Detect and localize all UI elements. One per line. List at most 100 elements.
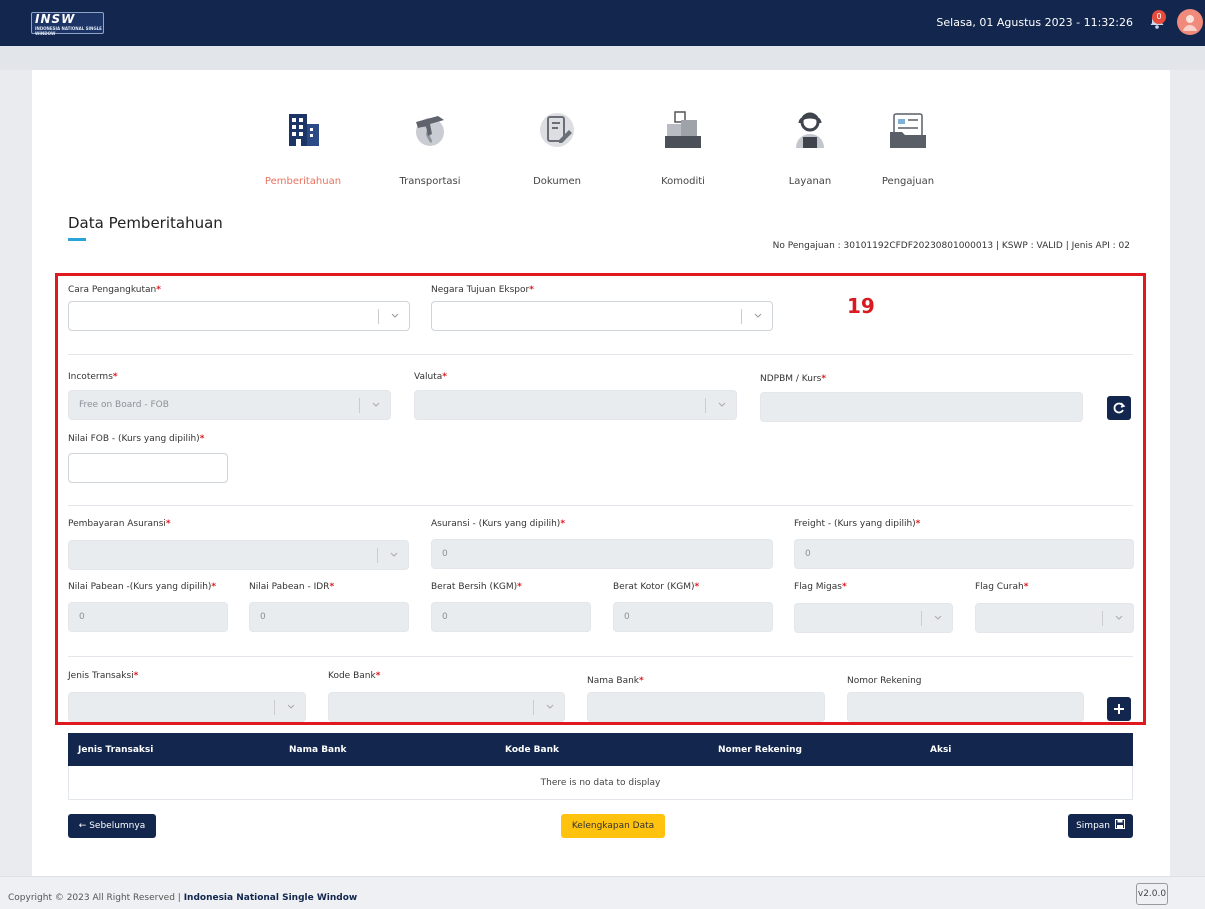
- arrow-left-icon: ←: [78, 821, 90, 831]
- chevron-down-icon: [718, 402, 726, 407]
- label-jenis-transaksi: Jenis Transaksi*: [68, 671, 139, 681]
- previous-button[interactable]: ← Sebelumnya: [68, 814, 156, 838]
- label-flag-curah: Flag Curah*: [975, 582, 1029, 592]
- flag-curah-select[interactable]: [975, 603, 1134, 633]
- nilai-pabean-kurs-input[interactable]: 0: [68, 602, 228, 632]
- chevron-down-icon: [391, 313, 399, 318]
- column-header: Nama Bank: [289, 745, 347, 755]
- empty-table-message: There is no data to display: [540, 778, 661, 788]
- boxes-icon: [665, 111, 701, 148]
- berat-bersih-input[interactable]: 0: [431, 602, 591, 632]
- flag-migas-select[interactable]: [794, 603, 953, 633]
- asuransi-input[interactable]: 0: [431, 539, 773, 569]
- negara-tujuan-select[interactable]: [431, 301, 773, 331]
- label-flag-migas: Flag Migas*: [794, 582, 847, 592]
- column-header: Kode Bank: [505, 745, 560, 755]
- page-footer: Copyright © 2023 All Right Reserved | In…: [0, 876, 1205, 909]
- label-nilai-fob: Nilai FOB - (Kurs yang dipilih)*: [68, 434, 205, 444]
- label-berat-bersih: Berat Bersih (KGM)*: [431, 582, 522, 592]
- step-pemberitahuan[interactable]: Pemberitahuan: [263, 110, 343, 187]
- nama-bank-input[interactable]: [587, 692, 825, 722]
- plus-icon: [1114, 704, 1124, 714]
- current-datetime: Selasa, 01 Agustus 2023 - 11:32:26: [936, 16, 1133, 29]
- save-button[interactable]: Simpan: [1068, 814, 1133, 838]
- step-label: Pemberitahuan: [264, 176, 342, 187]
- nilai-fob-input[interactable]: [68, 453, 228, 483]
- annotation-highlight-box: [55, 273, 1146, 725]
- ndpbm-input[interactable]: [760, 392, 1083, 422]
- pembayaran-asuransi-select[interactable]: [68, 540, 409, 570]
- section-divider: [68, 354, 1133, 355]
- user-avatar[interactable]: [1177, 9, 1203, 35]
- step-label: Pengajuan: [881, 176, 935, 187]
- chevron-down-icon: [546, 704, 554, 709]
- refresh-icon: [1113, 402, 1126, 414]
- chevron-down-icon: [372, 402, 380, 407]
- label-ndpbm: NDPBM / Kurs*: [760, 374, 827, 384]
- label-nilai-pabean-kurs: Nilai Pabean -(Kurs yang dipilih)*: [68, 582, 217, 592]
- label-berat-kotor: Berat Kotor (KGM)*: [613, 582, 700, 592]
- copyright-text: Copyright © 2023 All Right Reserved | In…: [8, 893, 358, 903]
- step-label: Komoditi: [661, 176, 705, 187]
- incoterms-select[interactable]: Free on Board - FOB: [68, 390, 391, 420]
- label-valuta: Valuta*: [414, 372, 447, 382]
- top-navbar: INSW INDONESIA NATIONAL SINGLE WINDOW Se…: [0, 0, 1205, 46]
- logo-subtext: INDONESIA NATIONAL SINGLE WINDOW: [35, 26, 102, 36]
- label-nilai-pabean-idr: Nilai Pabean - IDR*: [249, 582, 335, 592]
- incoterms-value: Free on Board - FOB: [79, 400, 169, 410]
- sub-header-strip: [0, 46, 1205, 70]
- page-title: Data Pemberitahuan: [68, 214, 223, 232]
- step-label: Dokumen: [533, 176, 581, 187]
- label-pembayaran-asuransi: Pembayaran Asuransi*: [68, 519, 171, 529]
- plane-globe-icon: [416, 116, 444, 146]
- label-nama-bank: Nama Bank*: [587, 676, 644, 686]
- step-dokumen[interactable]: Dokumen: [517, 110, 597, 187]
- jenis-transaksi-select[interactable]: [68, 692, 306, 722]
- column-header: Aksi: [930, 745, 952, 755]
- bank-table-body: There is no data to display: [68, 766, 1133, 800]
- step-label: Layanan: [788, 176, 832, 187]
- kode-bank-select[interactable]: [328, 692, 565, 722]
- label-freight: Freight - (Kurs yang dipilih)*: [794, 519, 921, 529]
- step-transportasi[interactable]: Transportasi: [390, 110, 470, 187]
- support-agent-icon: [796, 112, 824, 148]
- submission-info: No Pengajuan : 30101192CFDF2023080100001…: [772, 241, 1130, 251]
- insw-logo[interactable]: INSW INDONESIA NATIONAL SINGLE WINDOW: [31, 12, 104, 36]
- label-negara-tujuan: Negara Tujuan Ekspor*: [431, 285, 534, 295]
- cara-pengangkutan-select[interactable]: [68, 301, 410, 331]
- column-header: Jenis Transaksi: [78, 745, 154, 755]
- berat-kotor-input[interactable]: 0: [613, 602, 773, 632]
- column-header: Nomer Rekening: [718, 745, 802, 755]
- notification-badge: 0: [1152, 10, 1166, 24]
- chevron-down-icon: [754, 313, 762, 318]
- label-incoterms: Incoterms*: [68, 372, 118, 382]
- step-pengajuan[interactable]: Pengajuan: [868, 110, 948, 187]
- refresh-kurs-button[interactable]: [1107, 396, 1131, 420]
- step-layanan[interactable]: Layanan: [770, 110, 850, 187]
- nomor-rekening-input[interactable]: [847, 692, 1084, 722]
- folder-icon: [890, 113, 926, 148]
- title-underline: [68, 238, 86, 241]
- valuta-select[interactable]: [414, 390, 737, 420]
- step-label: Transportasi: [399, 176, 461, 187]
- step-komoditi[interactable]: Komoditi: [643, 110, 723, 187]
- chevron-down-icon: [390, 552, 398, 557]
- bank-table-header: Jenis Transaksi Nama Bank Kode Bank Nome…: [68, 733, 1133, 766]
- section-divider: [68, 656, 1133, 657]
- add-rekening-button[interactable]: [1107, 697, 1131, 721]
- building-icon: [289, 114, 319, 146]
- user-avatar-icon: [1183, 15, 1197, 31]
- label-asuransi: Asuransi - (Kurs yang dipilih)*: [431, 519, 566, 529]
- chevron-down-icon: [934, 615, 942, 620]
- freight-input[interactable]: 0: [794, 539, 1134, 569]
- annotation-number: 19: [847, 294, 875, 318]
- kelengkapan-data-button[interactable]: Kelengkapan Data: [561, 814, 665, 838]
- nilai-pabean-idr-input[interactable]: 0: [249, 602, 409, 632]
- chevron-down-icon: [287, 704, 295, 709]
- label-cara-pengangkutan: Cara Pengangkutan*: [68, 285, 161, 295]
- save-disk-icon: [1114, 819, 1125, 829]
- chevron-down-icon: [1115, 615, 1123, 620]
- label-nomor-rekening: Nomor Rekening: [847, 676, 922, 686]
- label-kode-bank: Kode Bank*: [328, 671, 381, 681]
- copyright-org-link[interactable]: Indonesia National Single Window: [184, 893, 358, 903]
